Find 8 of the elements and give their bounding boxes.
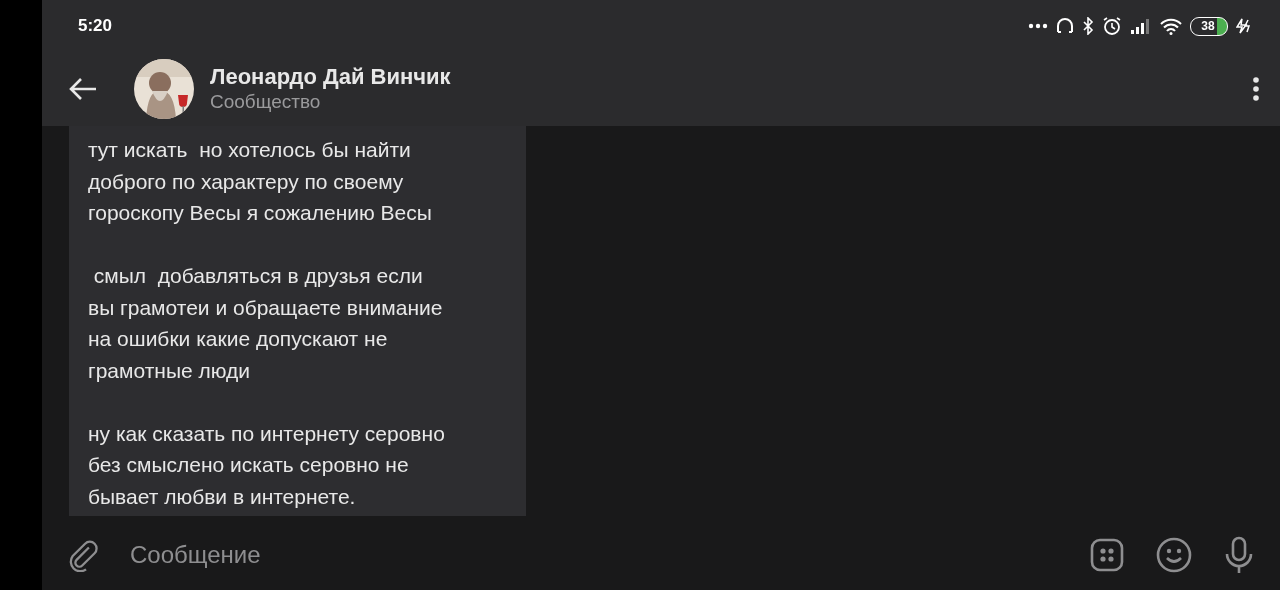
message-input[interactable]: Сообщение [128, 536, 1090, 574]
message-paragraph: ну как сказать по интернету серовно без смыслено искать серовно не бывает любви в интернете. [88, 420, 446, 510]
battery-indicator: 38 [1190, 16, 1228, 36]
chat-title: Леонардо Дай Винчик [210, 64, 452, 90]
message-paragraph: смыл добавляться в друзья если вы грамотеи и обращаете внимание на ошибки какие допускают не грамотные люди [88, 263, 444, 384]
status-time: 5:20 [78, 15, 113, 38]
message-paragraph: тут искать но хотелось бы найти доброго по характеру по своему гороскопу Весы я сожалению Весы [88, 137, 433, 226]
chat-subtitle: Сообщество [210, 90, 322, 114]
